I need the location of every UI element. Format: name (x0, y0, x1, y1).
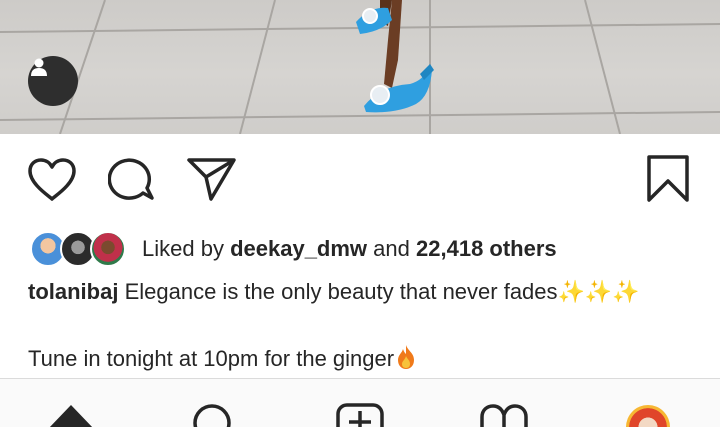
liker-username[interactable]: deekay_dmw (230, 236, 367, 261)
bottom-navigation (0, 378, 720, 427)
floor-tiles-shoes-photo (0, 0, 720, 134)
profile-avatar[interactable] (626, 405, 670, 427)
send-icon[interactable] (187, 157, 237, 203)
liker-avatars (28, 228, 128, 270)
sparkles-emoji-icon: ✨✨✨ (557, 279, 640, 304)
avatar (90, 231, 126, 267)
comment-icon[interactable] (108, 157, 156, 203)
likes-row[interactable]: Liked by deekay_dmw and 22,418 others (28, 228, 557, 270)
likes-prefix: Liked by (142, 236, 224, 261)
post-caption: tolanibaj Elegance is the only beauty th… (28, 279, 640, 305)
fire-emoji-icon (398, 345, 415, 369)
post-image[interactable] (0, 0, 720, 134)
likes-conjunction: and (373, 236, 410, 261)
person-icon (31, 58, 47, 76)
heart-icon[interactable] (27, 157, 77, 203)
activity-icon[interactable] (479, 403, 529, 427)
search-icon[interactable] (190, 403, 234, 427)
bookmark-icon[interactable] (646, 154, 690, 204)
user-tag-button[interactable] (28, 56, 78, 106)
caption-line-2-text: Tune in tonight at 10pm for the ginger (28, 346, 395, 371)
caption-text: Elegance is the only beauty that never f… (124, 279, 558, 304)
post-action-bar (0, 134, 720, 226)
caption-line-2: Tune in tonight at 10pm for the ginger (28, 344, 416, 372)
add-post-icon[interactable] (336, 403, 384, 427)
likes-summary: Liked by deekay_dmw and 22,418 others (142, 236, 557, 262)
caption-username[interactable]: tolanibaj (28, 279, 118, 304)
likes-count[interactable]: 22,418 others (416, 236, 557, 261)
home-icon[interactable] (46, 403, 96, 427)
